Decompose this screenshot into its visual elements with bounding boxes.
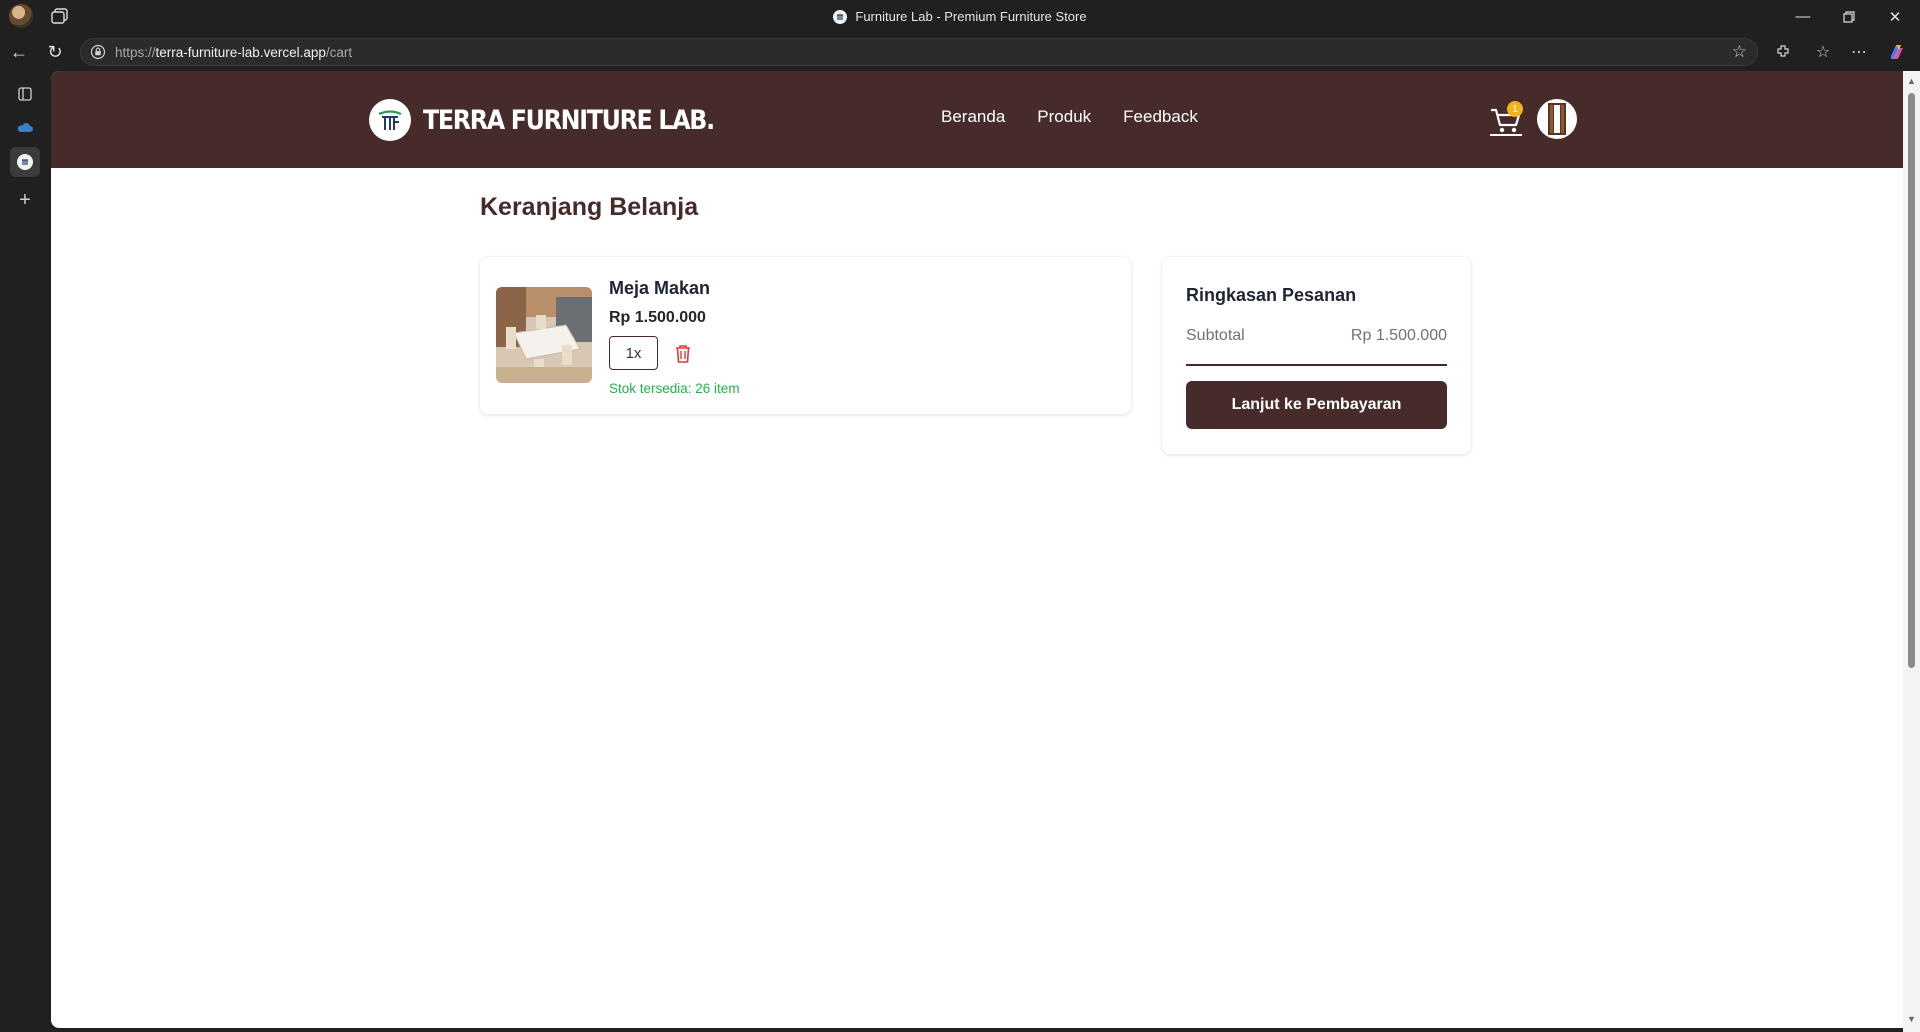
nav-beranda[interactable]: Beranda	[941, 107, 1005, 127]
cart-count-badge: 1	[1507, 101, 1523, 117]
page-title: Keranjang Belanja	[480, 193, 699, 221]
summary-title: Ringkasan Pesanan	[1186, 285, 1357, 305]
restore-button[interactable]	[1826, 0, 1872, 33]
url-host: terra-furniture-lab.vercel.app	[155, 44, 326, 60]
browser-titlebar: Furniture Lab - Premium Furniture Store …	[0, 0, 1920, 33]
nav-feedback[interactable]: Feedback	[1123, 107, 1198, 127]
scroll-up-arrow-icon[interactable]: ▲	[1907, 77, 1916, 86]
browser-sidebar: +	[0, 71, 50, 1032]
profile-avatar-icon[interactable]	[9, 4, 33, 28]
cart-item-card: Meja Makan Rp 1.500.000 1x Stok tersedia…	[480, 257, 1131, 414]
site-logo[interactable]: TERRA FURNITURE LAB.	[369, 99, 753, 141]
extensions-icon[interactable]	[1770, 40, 1796, 64]
item-price: Rp 1.500.000	[609, 309, 706, 326]
checkout-button[interactable]: Lanjut ke Pembayaran	[1186, 381, 1447, 429]
order-summary-card: Ringkasan Pesanan Subtotal Rp 1.500.000 …	[1162, 257, 1471, 454]
subtotal-value: Rp 1.500.000	[1350, 327, 1447, 344]
favorite-star-icon[interactable]: ☆	[1732, 42, 1747, 62]
close-window-button[interactable]: ✕	[1872, 0, 1918, 33]
tab-title: Furniture Lab - Premium Furniture Store	[855, 9, 1087, 24]
new-tab-plus-icon[interactable]: +	[10, 185, 40, 215]
tab-list-icon[interactable]	[10, 79, 40, 109]
copilot-icon[interactable]	[1884, 40, 1910, 64]
delete-trash-icon[interactable]	[674, 344, 692, 364]
page-scrollbar[interactable]: ▲ ▼	[1903, 71, 1920, 1032]
summary-divider	[1186, 364, 1447, 366]
main-nav: Beranda Produk Feedback	[941, 107, 1198, 127]
browser-toolbar: ← ↻ https://terra-furniture-lab.vercel.a…	[0, 33, 1920, 71]
web-page: TERRA FURNITURE LAB. Beranda Produk Feed…	[51, 71, 1903, 1028]
product-image[interactable]	[496, 287, 592, 383]
active-tab-favicon-icon[interactable]	[10, 147, 40, 177]
site-header: TERRA FURNITURE LAB. Beranda Produk Feed…	[51, 71, 1903, 168]
brand-name: TERRA FURNITURE LAB.	[423, 104, 715, 136]
window-title: Furniture Lab - Premium Furniture Store	[0, 0, 1920, 33]
logo-mark-icon	[369, 99, 411, 141]
minimize-button[interactable]: —	[1780, 0, 1826, 33]
item-name[interactable]: Meja Makan	[609, 278, 710, 299]
nav-produk[interactable]: Produk	[1037, 107, 1091, 127]
stock-status: Stok tersedia: 26 item	[609, 381, 740, 396]
subtotal-label: Subtotal	[1186, 327, 1245, 344]
user-avatar[interactable]	[1537, 99, 1577, 139]
scroll-down-arrow-icon[interactable]: ▼	[1907, 1015, 1916, 1024]
site-favicon-icon	[833, 9, 848, 24]
site-info-icon[interactable]	[90, 44, 106, 60]
tab-actions-icon[interactable]	[50, 7, 70, 25]
quantity-field[interactable]: 1x	[609, 336, 658, 370]
favorites-icon[interactable]: ☆	[1810, 40, 1836, 64]
url-path: /cart	[325, 44, 353, 60]
reload-button[interactable]: ↻	[42, 40, 68, 64]
more-options-icon[interactable]: ⋯	[1846, 40, 1872, 64]
back-button[interactable]: ←	[6, 40, 32, 64]
address-bar[interactable]: https://terra-furniture-lab.vercel.app/c…	[80, 38, 1758, 66]
cloud-icon[interactable]	[10, 113, 40, 143]
scrollbar-thumb[interactable]	[1908, 93, 1915, 668]
url-scheme: https://	[115, 44, 156, 60]
